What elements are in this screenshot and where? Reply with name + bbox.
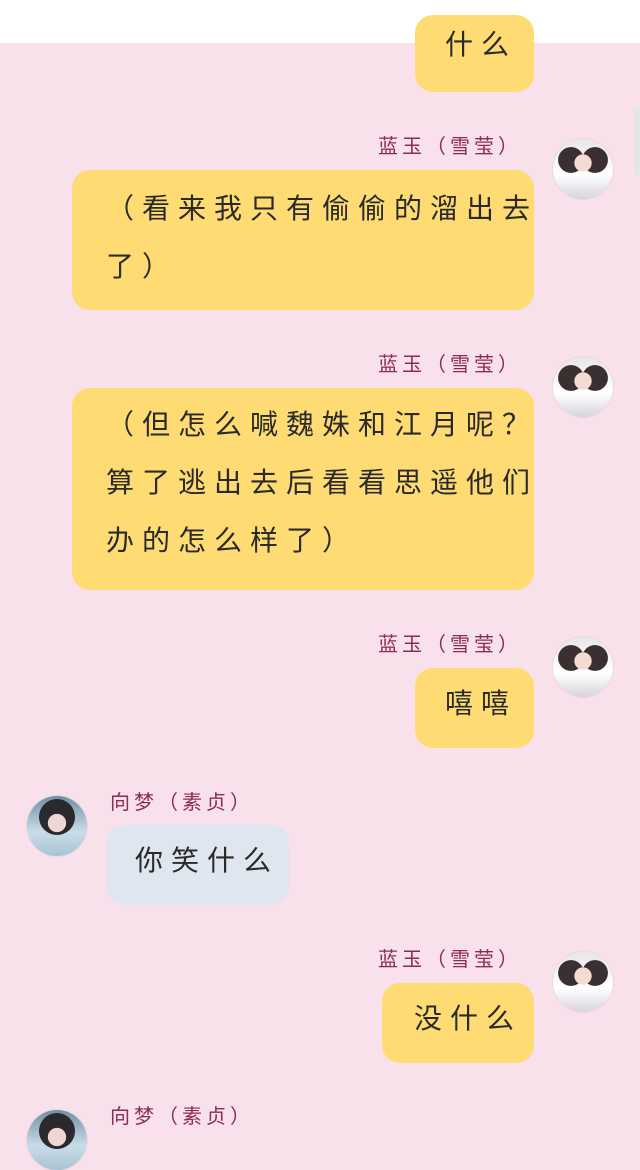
message-text-line-1: （但怎么喊魏姝和江月呢？ bbox=[106, 408, 539, 441]
message-bubble-self: 嘻嘻 bbox=[415, 668, 534, 748]
avatar-xiangmeng[interactable] bbox=[27, 1110, 87, 1170]
sender-name: 蓝玉（雪莹） bbox=[378, 352, 522, 376]
scrollbar[interactable] bbox=[634, 106, 640, 176]
message-bubble-self: （但怎么喊魏姝和江月呢？ 算了逃出去后看看思遥他们 办的怎么样了） bbox=[72, 388, 534, 590]
avatar-lanyu[interactable] bbox=[553, 139, 613, 199]
avatar-xiangmeng[interactable] bbox=[27, 796, 87, 856]
message-bubble-self: 什么 bbox=[415, 15, 534, 92]
sender-name: 蓝玉（雪莹） bbox=[378, 134, 522, 158]
sender-name: 向梦（素贞） bbox=[110, 1104, 254, 1128]
message-text: 什么 bbox=[445, 28, 518, 61]
avatar-lanyu[interactable] bbox=[553, 357, 613, 417]
message-text: 嘻嘻 bbox=[445, 687, 518, 720]
sender-name: 蓝玉（雪莹） bbox=[378, 947, 522, 971]
message-text-line-2: 算了逃出去后看看思遥他们 bbox=[106, 466, 539, 499]
message-text-line-3: 办的怎么样了） bbox=[106, 524, 359, 557]
avatar-lanyu[interactable] bbox=[553, 637, 613, 697]
message-text-line-1: （看来我只有偷偷的溜出去 bbox=[106, 192, 539, 225]
message-text-line-2: 了） bbox=[106, 250, 179, 283]
message-text: 没什么 bbox=[414, 1002, 523, 1035]
message-bubble-self: （看来我只有偷偷的溜出去 了） bbox=[72, 170, 534, 310]
top-bar bbox=[0, 0, 640, 43]
message-bubble-self: 没什么 bbox=[382, 983, 534, 1063]
sender-name: 蓝玉（雪莹） bbox=[378, 632, 522, 656]
sender-name: 向梦（素贞） bbox=[110, 790, 254, 814]
message-text: 你笑什么 bbox=[135, 844, 280, 877]
message-bubble-other: 你笑什么 bbox=[107, 825, 289, 905]
avatar-lanyu[interactable] bbox=[553, 952, 613, 1012]
